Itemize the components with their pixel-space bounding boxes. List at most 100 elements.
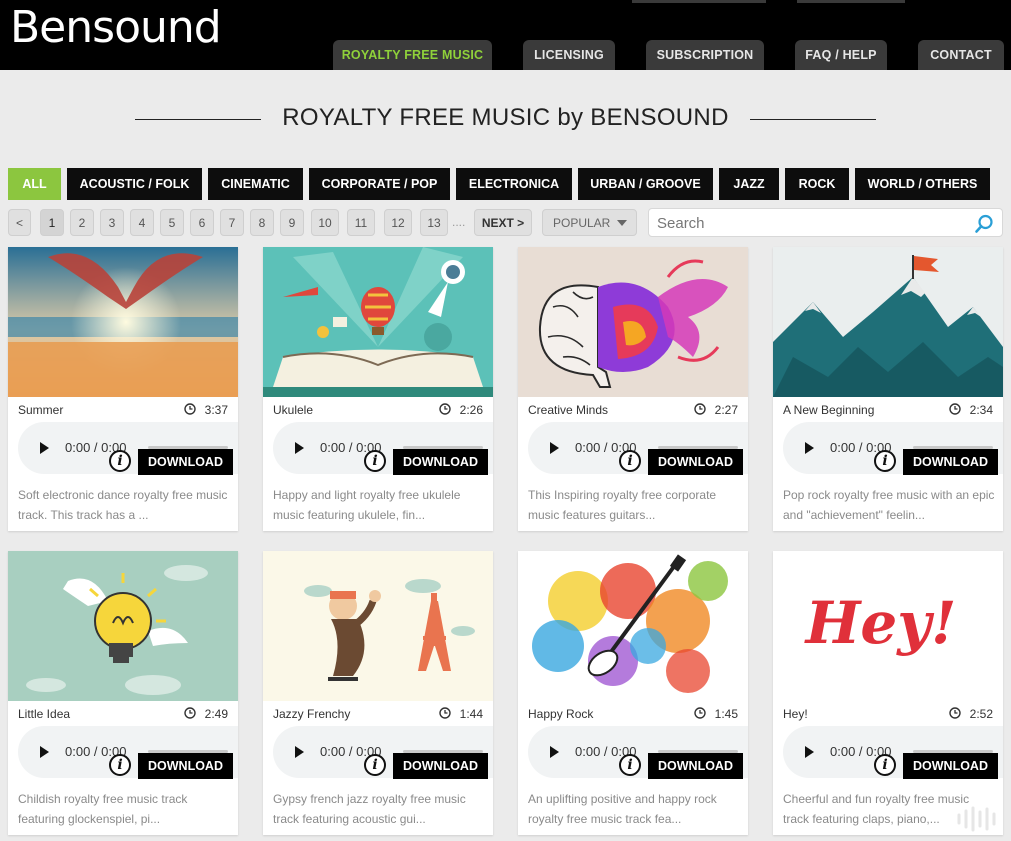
download-button[interactable]: DOWNLOAD bbox=[393, 449, 488, 475]
genre-corporate-pop[interactable]: CORPORATE / POP bbox=[309, 168, 450, 200]
track-thumbnail-little-idea[interactable] bbox=[8, 551, 238, 701]
track-thumbnail-ukulele[interactable] bbox=[263, 247, 493, 397]
genre-world-others[interactable]: WORLD / OTHERS bbox=[855, 168, 990, 200]
track-title[interactable]: Little Idea bbox=[18, 707, 70, 721]
info-icon[interactable]: i bbox=[619, 754, 641, 776]
sort-select[interactable]: POPULAR bbox=[542, 209, 637, 236]
track-title[interactable]: Summer bbox=[18, 403, 63, 417]
info-icon[interactable]: i bbox=[874, 754, 896, 776]
search-icon[interactable] bbox=[974, 214, 994, 234]
genre-all[interactable]: ALL bbox=[8, 168, 61, 200]
genre-jazz[interactable]: JAZZ bbox=[719, 168, 779, 200]
play-icon[interactable] bbox=[805, 746, 814, 758]
track-card: Hey! Hey! 2:52 0:00 / 0:00 i DOWNLOAD Ch… bbox=[773, 551, 1003, 835]
track-duration: 1:45 bbox=[714, 707, 738, 721]
play-icon[interactable] bbox=[40, 746, 49, 758]
clock-icon bbox=[694, 403, 706, 415]
track-card: Summer 3:37 0:00 / 0:00 i DOWNLOAD Soft … bbox=[8, 247, 238, 531]
pagination-page[interactable]: 3 bbox=[100, 209, 124, 236]
genre-acoustic-folk[interactable]: ACOUSTIC / FOLK bbox=[67, 168, 202, 200]
download-button[interactable]: DOWNLOAD bbox=[903, 449, 998, 475]
pagination-prev[interactable]: < bbox=[8, 209, 31, 236]
pagination-page[interactable]: 12 bbox=[384, 209, 412, 236]
track-title[interactable]: Happy Rock bbox=[528, 707, 593, 721]
play-icon[interactable] bbox=[805, 442, 814, 454]
track-title[interactable]: Ukulele bbox=[273, 403, 313, 417]
search-box bbox=[648, 208, 1003, 237]
play-icon[interactable] bbox=[40, 442, 49, 454]
pagination-page[interactable]: 8 bbox=[250, 209, 274, 236]
track-duration: 2:34 bbox=[969, 403, 993, 417]
download-button[interactable]: DOWNLOAD bbox=[648, 753, 743, 779]
track-card: Ukulele 2:26 0:00 / 0:00 i DOWNLOAD Happ… bbox=[263, 247, 493, 531]
track-description: Pop rock royalty free music with an epic… bbox=[783, 488, 995, 522]
pagination-page[interactable]: 5 bbox=[160, 209, 184, 236]
pagination-page[interactable]: 1 bbox=[40, 209, 64, 236]
download-button[interactable]: DOWNLOAD bbox=[393, 753, 488, 779]
info-icon[interactable]: i bbox=[619, 450, 641, 472]
pagination-ellipsis: .... bbox=[452, 215, 466, 229]
info-icon[interactable]: i bbox=[109, 754, 131, 776]
nav-tab-subscription[interactable]: SUBSCRIPTION bbox=[646, 40, 764, 70]
clock-icon bbox=[439, 403, 451, 415]
download-button[interactable]: DOWNLOAD bbox=[138, 449, 233, 475]
pagination-page[interactable]: 7 bbox=[220, 209, 244, 236]
thumb-hey-text: Hey! bbox=[804, 589, 957, 657]
track-title[interactable]: Jazzy Frenchy bbox=[273, 707, 350, 721]
genre-rock[interactable]: ROCK bbox=[785, 168, 849, 200]
track-card: Happy Rock 1:45 0:00 / 0:00 i DOWNLOAD A… bbox=[518, 551, 748, 835]
genre-urban-groove[interactable]: URBAN / GROOVE bbox=[578, 168, 713, 200]
pagination-page[interactable]: 2 bbox=[70, 209, 94, 236]
track-thumbnail-a-new-beginning[interactable] bbox=[773, 247, 1003, 397]
sort-selected-value: POPULAR bbox=[553, 215, 611, 230]
track-card: Little Idea 2:49 0:00 / 0:00 i DOWNLOAD … bbox=[8, 551, 238, 835]
track-description: An uplifting positive and happy rock roy… bbox=[528, 792, 717, 826]
info-icon[interactable]: i bbox=[109, 450, 131, 472]
nav-tab-contact[interactable]: CONTACT bbox=[918, 40, 1004, 70]
pagination-page[interactable]: 6 bbox=[190, 209, 214, 236]
track-duration: 2:52 bbox=[969, 707, 993, 721]
top-bar-stub bbox=[632, 0, 766, 3]
pagination-page[interactable]: 9 bbox=[280, 209, 304, 236]
nav-tab-royalty-free-music[interactable]: ROYALTY FREE MUSIC bbox=[333, 40, 492, 70]
site-logo[interactable]: Bensound bbox=[10, 2, 222, 53]
info-icon[interactable]: i bbox=[874, 450, 896, 472]
pagination-next[interactable]: NEXT > bbox=[474, 209, 532, 236]
genre-cinematic[interactable]: CINEMATIC bbox=[208, 168, 303, 200]
clock-icon bbox=[949, 403, 961, 415]
genre-electronica[interactable]: ELECTRONICA bbox=[456, 168, 572, 200]
play-icon[interactable] bbox=[295, 746, 304, 758]
nav-tab-licensing[interactable]: LICENSING bbox=[523, 40, 615, 70]
search-input[interactable] bbox=[657, 213, 967, 233]
track-description: Soft electronic dance royalty free music… bbox=[18, 488, 228, 522]
track-duration: 2:26 bbox=[459, 403, 483, 417]
download-button[interactable]: DOWNLOAD bbox=[138, 753, 233, 779]
track-thumbnail-summer[interactable] bbox=[8, 247, 238, 397]
track-title[interactable]: Hey! bbox=[783, 707, 808, 721]
site-header: Bensound ROYALTY FREE MUSIC LICENSING SU… bbox=[0, 0, 1011, 70]
play-icon[interactable] bbox=[295, 442, 304, 454]
download-button[interactable]: DOWNLOAD bbox=[903, 753, 998, 779]
play-icon[interactable] bbox=[550, 746, 559, 758]
watermark-icon bbox=[957, 806, 996, 832]
track-title[interactable]: A New Beginning bbox=[783, 403, 874, 417]
info-icon[interactable]: i bbox=[364, 450, 386, 472]
pagination-page[interactable]: 4 bbox=[130, 209, 154, 236]
play-icon[interactable] bbox=[550, 442, 559, 454]
track-description: This Inspiring royalty free corporate mu… bbox=[528, 488, 717, 522]
track-thumbnail-happy-rock[interactable] bbox=[518, 551, 748, 701]
info-icon[interactable]: i bbox=[364, 754, 386, 776]
pagination-page[interactable]: 10 bbox=[311, 209, 339, 236]
download-button[interactable]: DOWNLOAD bbox=[648, 449, 743, 475]
track-title[interactable]: Creative Minds bbox=[528, 403, 608, 417]
caret-down-icon bbox=[617, 220, 627, 226]
track-duration: 1:44 bbox=[459, 707, 483, 721]
pagination-page[interactable]: 11 bbox=[347, 209, 375, 236]
track-thumbnail-hey[interactable]: Hey! bbox=[773, 551, 1003, 701]
nav-tab-faq-help[interactable]: FAQ / HELP bbox=[795, 40, 887, 70]
clock-icon bbox=[184, 403, 196, 415]
track-thumbnail-creative-minds[interactable] bbox=[518, 247, 748, 397]
track-thumbnail-jazzy-frenchy[interactable] bbox=[263, 551, 493, 701]
page-title: ROYALTY FREE MUSIC by BENSOUND bbox=[282, 104, 729, 131]
pagination-page[interactable]: 13 bbox=[420, 209, 448, 236]
